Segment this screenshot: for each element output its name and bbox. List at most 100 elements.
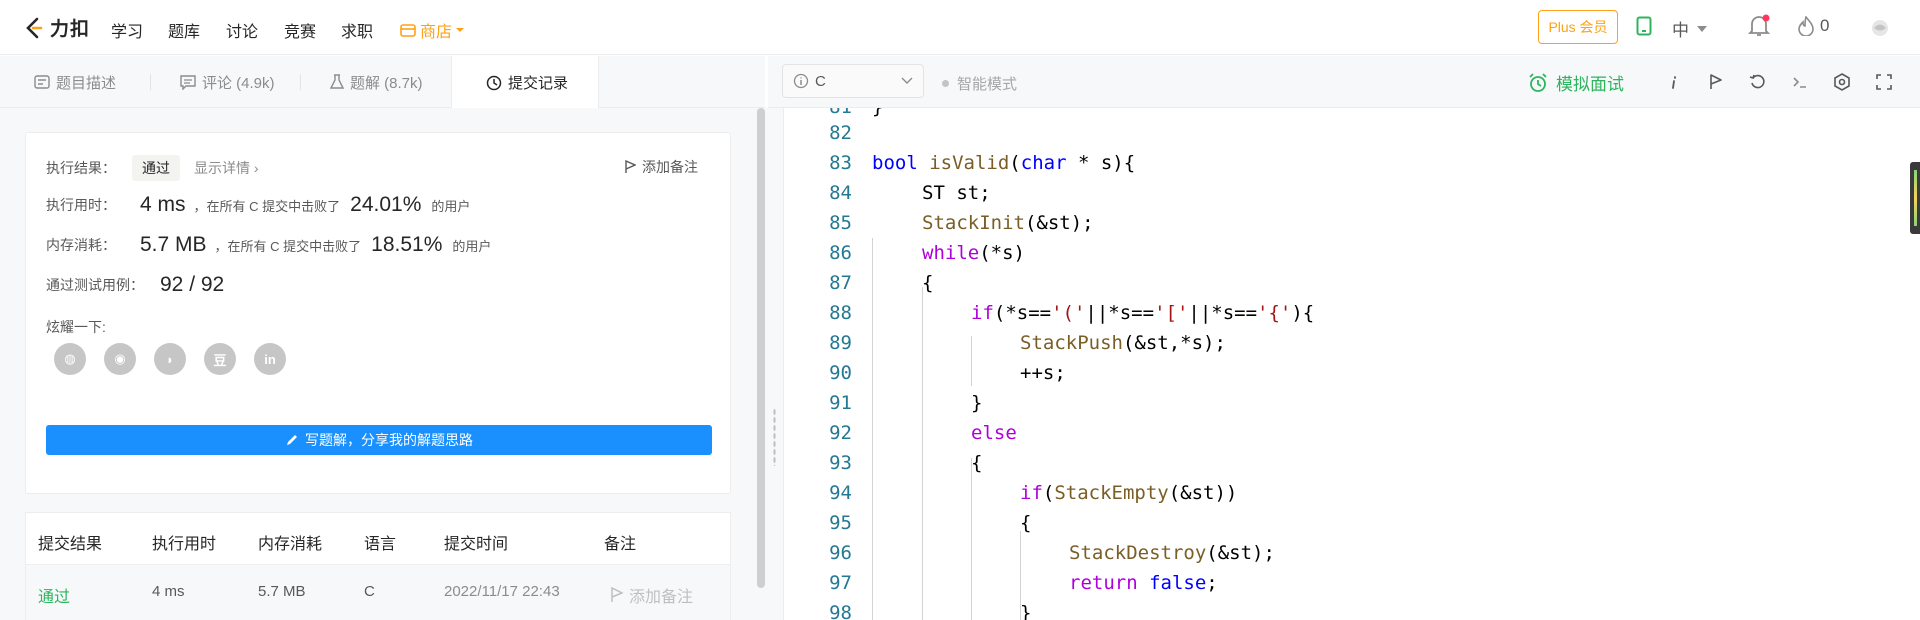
line-number: 95 [829, 512, 852, 534]
code-token: ||*s== [1085, 302, 1155, 324]
line-number: 89 [829, 332, 852, 354]
qq-icon[interactable]: ◗ [154, 343, 186, 375]
column-header[interactable]: 提交时间 [444, 530, 508, 554]
tab-description[interactable]: 题目描述 [34, 56, 116, 108]
column-header[interactable]: 语言 [364, 530, 396, 554]
runtime-percentile: 24.01% [350, 193, 422, 216]
show-details-link[interactable]: 显示详情 › [194, 158, 259, 178]
linkedin-icon[interactable]: in [254, 343, 286, 375]
code-token: (*s) [979, 242, 1025, 264]
code-token: (*s== [993, 302, 1052, 324]
flag-icon[interactable] [1706, 72, 1726, 92]
code-token: StackEmpty [1054, 482, 1169, 504]
code-token: isValid [929, 152, 1010, 174]
memory-users-text: 的用户 [452, 238, 492, 254]
language-select[interactable]: C [782, 64, 924, 98]
nav-shop[interactable]: 商店 [400, 18, 465, 42]
comment-icon [180, 74, 196, 90]
logo[interactable]: 力扣 [24, 14, 90, 41]
nav-contest[interactable]: 竞赛 [284, 18, 316, 42]
panel-splitter[interactable] [765, 108, 783, 620]
column-header[interactable]: 提交结果 [38, 530, 102, 554]
code-line: if(StackEmpty(&st)) [1020, 482, 1238, 504]
line-number: 86 [829, 242, 852, 264]
settings-icon[interactable] [1832, 72, 1852, 92]
indent-guide [922, 287, 923, 620]
line-number: 98 [829, 602, 852, 620]
code-token: * s){ [1066, 152, 1136, 174]
code-line: else [971, 422, 1017, 444]
column-header[interactable]: 执行用时 [152, 530, 216, 554]
write-solution-button[interactable]: 写题解，分享我的解题思路 [46, 425, 712, 455]
nav-jobs[interactable]: 求职 [341, 18, 373, 42]
submission-add-note[interactable]: 添加备注 [610, 583, 693, 607]
code-line: while(*s) [922, 242, 1025, 264]
language-label: 中 [1672, 21, 1689, 40]
info-italic-icon[interactable] [1664, 72, 1684, 92]
column-header[interactable]: 内存消耗 [258, 530, 322, 554]
submission-status-link[interactable]: 通过 [38, 583, 70, 607]
code-token: StackPush [1020, 332, 1123, 354]
console-icon[interactable] [1790, 72, 1810, 92]
nav-discuss[interactable]: 讨论 [226, 18, 258, 42]
line-number: 92 [829, 422, 852, 444]
code-editor[interactable]: 81 82 83 84 85 86 87 88 89 90 91 92 93 9… [783, 108, 1920, 620]
mobile-app-icon[interactable] [1636, 16, 1652, 36]
code-token: bool [872, 152, 918, 174]
code-line: ST st; [922, 182, 991, 204]
share-row-label: 炫耀一下: [46, 317, 106, 337]
tab-solutions[interactable]: 题解 (8.7k) [330, 56, 423, 108]
plus-membership-button[interactable]: Plus 会员 [1538, 10, 1618, 44]
mock-interview-button[interactable]: 模拟面试 [1528, 70, 1624, 95]
code-line: return false; [1069, 572, 1218, 594]
mock-interview-label: 模拟面试 [1556, 75, 1624, 94]
line-number: 97 [829, 572, 852, 594]
code-token: StackDestroy [1069, 542, 1207, 564]
fullscreen-icon[interactable] [1874, 72, 1894, 92]
code-token: (&st)) [1168, 482, 1238, 504]
submission-time: 2022/11/17 22:43 [444, 583, 560, 600]
line-number: 83 [829, 152, 852, 174]
notification-bell-icon[interactable] [1748, 14, 1770, 38]
indent-guide [971, 336, 972, 386]
code-token: char [1020, 152, 1067, 174]
minimap-scroll-indicator[interactable] [1910, 162, 1920, 234]
testcases-label: 通过测试用例： [46, 277, 144, 293]
nav-problems[interactable]: 题库 [168, 18, 200, 42]
weibo-icon[interactable]: ◉ [104, 343, 136, 375]
add-note-button[interactable]: 添加备注 [624, 157, 698, 177]
memory-row: 内存消耗： 5.7 MB ，在所有 C 提交中击败了 18.51% 的用户 [46, 233, 491, 257]
line-number: 81 [784, 108, 852, 118]
flask-icon [330, 74, 344, 89]
code-token: ||*s== [1188, 302, 1258, 324]
tab-submissions[interactable]: 提交记录 [451, 56, 599, 109]
smart-mode-toggle[interactable]: 智能模式 [942, 73, 1017, 94]
runtime-users-text: 的用户 [431, 198, 471, 214]
douban-icon[interactable]: 豆 [204, 343, 236, 375]
problem-tab-bar: 题目描述 评论 (4.9k) 题解 (8.7k) 提交记录 [0, 56, 765, 109]
language-switcher[interactable]: 中 [1672, 16, 1707, 41]
reset-icon[interactable] [1748, 72, 1768, 92]
code-line: { [1020, 512, 1032, 534]
line-number: 84 [829, 182, 852, 204]
avatar[interactable] [1870, 18, 1890, 38]
code-line: StackPush(&st,*s); [1020, 332, 1226, 354]
points-counter[interactable]: 0 [1798, 16, 1829, 36]
code-token: ; [1206, 572, 1218, 594]
leetcode-logo-icon [26, 17, 43, 38]
memory-beat-text: ，在所有 C 提交中击败了 [214, 238, 362, 254]
memory-label: 内存消耗： [46, 237, 116, 253]
status-dot [942, 80, 949, 87]
drag-handle[interactable] [773, 408, 776, 466]
wechat-icon[interactable]: ◍ [54, 343, 86, 375]
nav-learn[interactable]: 学习 [111, 18, 143, 42]
flag-icon [611, 587, 623, 602]
column-header[interactable]: 备注 [604, 530, 636, 554]
code-token: '{' [1257, 302, 1292, 324]
tab-comments-label: 评论 (4.9k) [202, 74, 275, 92]
nav-shop-label: 商店 [420, 24, 453, 41]
line-number: 93 [829, 452, 852, 474]
tab-comments[interactable]: 评论 (4.9k) [180, 56, 275, 108]
left-panel-scrollbar[interactable] [757, 108, 765, 588]
table-row[interactable]: 通过 4 ms 5.7 MB C 2022/11/17 22:43 添加备注 [26, 565, 730, 620]
